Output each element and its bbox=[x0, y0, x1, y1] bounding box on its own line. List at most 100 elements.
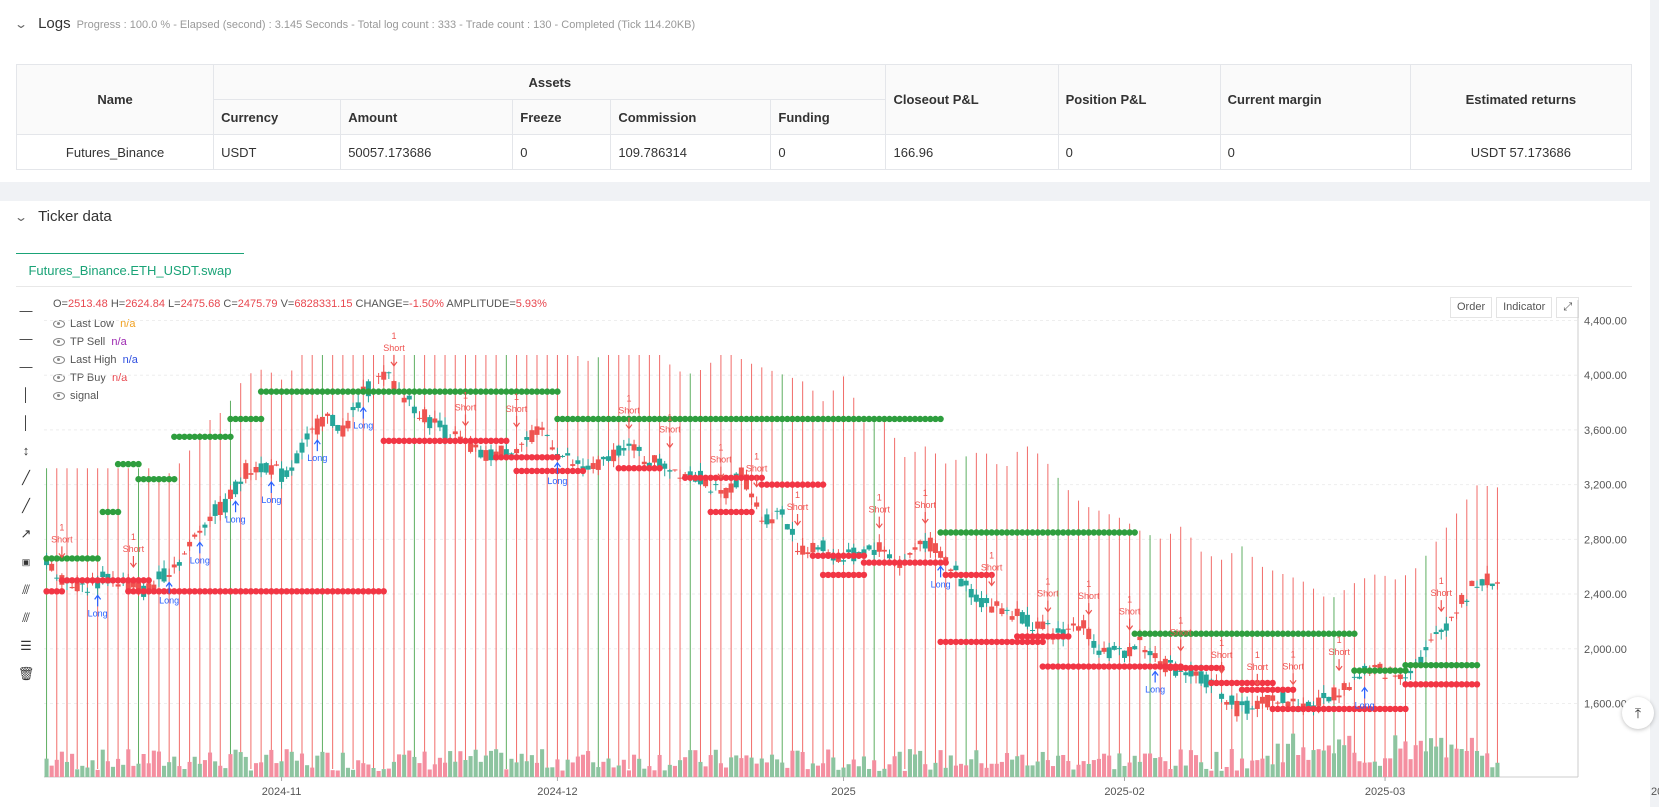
last-high-dot bbox=[1131, 529, 1138, 536]
volume-bar bbox=[75, 769, 80, 777]
volume-bar bbox=[739, 758, 744, 777]
volume-bar bbox=[187, 761, 192, 777]
long-arrow-icon bbox=[94, 594, 102, 607]
short-arrow-icon bbox=[129, 555, 137, 568]
volume-bar bbox=[1229, 749, 1234, 777]
candle-body bbox=[304, 433, 310, 440]
volume-bar bbox=[1199, 762, 1204, 777]
volume-bar bbox=[1296, 755, 1301, 777]
volume-bar bbox=[1337, 739, 1342, 777]
candle-body bbox=[989, 606, 995, 613]
volume-bar bbox=[172, 756, 177, 777]
last-low-dot bbox=[1039, 638, 1046, 646]
long-arrow-icon bbox=[1151, 670, 1159, 683]
volume-bar bbox=[918, 750, 923, 777]
scroll-top-button[interactable]: ⤒ bbox=[1622, 697, 1654, 729]
short-arrow-icon bbox=[666, 436, 674, 449]
volume-bar bbox=[821, 763, 826, 777]
candle-body bbox=[754, 502, 760, 507]
candle-body bbox=[1382, 677, 1388, 679]
last-low-dot bbox=[942, 559, 949, 566]
candle-body bbox=[161, 568, 167, 582]
volume-bar bbox=[197, 763, 202, 777]
candlestick-chart[interactable]: 4,400.00 4,000.00 3,600.00 3,200.00 2,800.00… bbox=[0, 0, 1659, 807]
candle-body bbox=[626, 443, 632, 446]
long-signal-label: Long bbox=[1145, 684, 1165, 694]
volume-bar bbox=[412, 756, 417, 777]
candle-body bbox=[846, 549, 852, 553]
volume-bar bbox=[1408, 759, 1413, 777]
candle-body bbox=[1469, 580, 1475, 587]
candle-body bbox=[1219, 693, 1225, 699]
candle-body bbox=[1254, 700, 1260, 709]
candle-body bbox=[1045, 623, 1051, 625]
last-high-dot bbox=[1351, 630, 1358, 637]
volume-bar bbox=[345, 767, 351, 777]
candle-body bbox=[1454, 612, 1460, 614]
short-signal-label: Short bbox=[746, 464, 768, 474]
last-high-dot bbox=[1402, 667, 1409, 674]
volume-bar bbox=[320, 751, 325, 777]
candle-body bbox=[1167, 660, 1173, 663]
volume-bar bbox=[596, 767, 601, 777]
candle-body bbox=[769, 519, 775, 524]
volume-bar bbox=[672, 765, 677, 777]
candle-body bbox=[1035, 621, 1041, 629]
volume-bar bbox=[259, 762, 264, 777]
volume-bar bbox=[407, 750, 412, 777]
volume-bar bbox=[70, 753, 75, 777]
candle-body bbox=[483, 450, 489, 461]
last-low-dot bbox=[554, 454, 561, 461]
candle-body bbox=[876, 542, 882, 552]
volume-bar bbox=[775, 759, 780, 777]
volume-bar bbox=[463, 760, 468, 777]
volume-bar bbox=[473, 749, 478, 777]
volume-bar bbox=[458, 751, 463, 777]
candle-body bbox=[723, 488, 729, 499]
candle-body bbox=[565, 453, 571, 456]
volume-bar bbox=[1071, 769, 1076, 777]
last-high-dot bbox=[227, 433, 234, 440]
candle-body bbox=[1076, 626, 1082, 631]
candle-body bbox=[1326, 696, 1332, 702]
candle-body bbox=[866, 545, 872, 550]
volume-bar bbox=[391, 761, 396, 777]
candle-body bbox=[1357, 676, 1363, 679]
candle-body bbox=[549, 447, 555, 450]
long-signal-label: Long bbox=[261, 495, 281, 505]
volume-bar bbox=[49, 765, 54, 777]
candle-body bbox=[1081, 620, 1087, 629]
candle-body bbox=[488, 449, 494, 461]
volume-bar bbox=[1352, 752, 1357, 777]
candle-body bbox=[406, 395, 412, 400]
candle-body bbox=[1091, 640, 1097, 648]
candle-body bbox=[1290, 698, 1296, 702]
long-arrow-icon bbox=[1361, 686, 1369, 699]
volume-bar bbox=[432, 764, 437, 777]
candle-body bbox=[611, 449, 617, 462]
volume-bar bbox=[718, 763, 723, 777]
volume-bar bbox=[499, 752, 504, 777]
candle-body bbox=[192, 534, 198, 537]
long-arrow-icon bbox=[267, 480, 275, 493]
volume-bar bbox=[616, 765, 621, 777]
volume-bar bbox=[698, 761, 703, 777]
short-signal-label: Short bbox=[618, 406, 640, 416]
candle-body bbox=[1484, 573, 1490, 586]
volume-bar bbox=[785, 767, 790, 777]
volume-bar bbox=[1209, 770, 1214, 777]
volume-bar bbox=[437, 757, 442, 777]
last-low-dot bbox=[748, 508, 755, 516]
candle-body bbox=[478, 449, 484, 458]
volume-bar bbox=[749, 757, 754, 777]
volume-bar bbox=[611, 767, 616, 777]
volume-bar bbox=[1117, 753, 1122, 777]
volume-bar bbox=[1178, 749, 1183, 777]
candle-body bbox=[473, 444, 479, 448]
candle-body bbox=[677, 477, 683, 479]
candle-body bbox=[1152, 653, 1158, 659]
candle-body bbox=[416, 417, 422, 419]
short-arrow-icon bbox=[1044, 600, 1052, 613]
candle-body bbox=[212, 504, 218, 516]
volume-bar bbox=[162, 765, 167, 777]
